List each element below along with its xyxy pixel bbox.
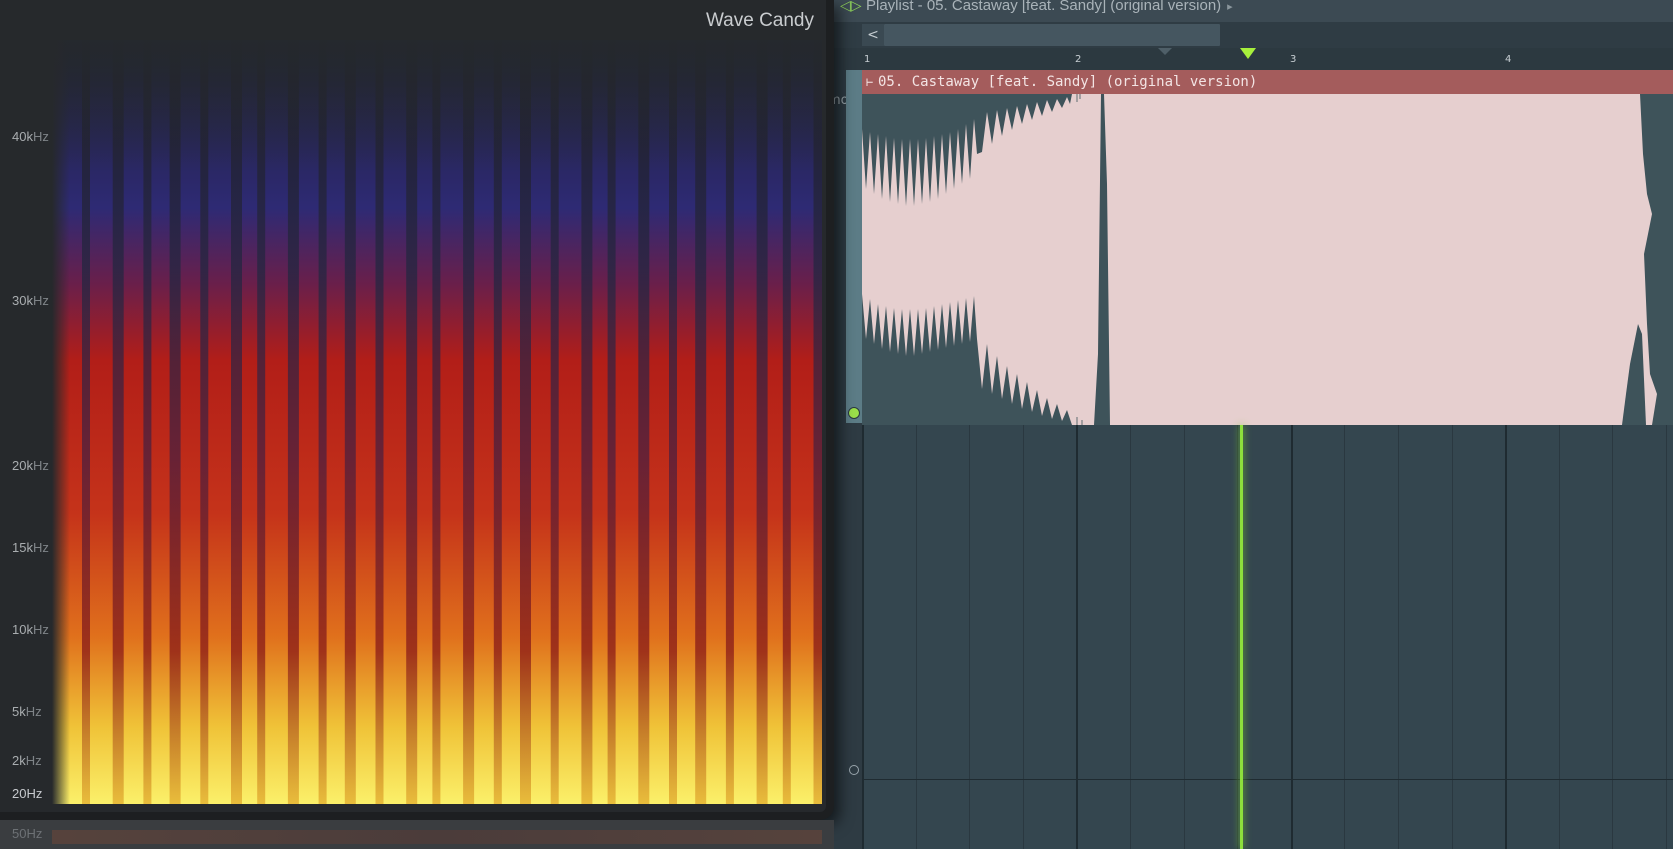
clip-menu-icon[interactable]: ⊢ bbox=[866, 70, 873, 94]
grid-line bbox=[1344, 425, 1346, 849]
freq-label-20k: 20kHz bbox=[12, 458, 49, 473]
freq-unit: Hz bbox=[32, 129, 49, 144]
grid-row-divider bbox=[862, 779, 1673, 780]
wave-candy-title: Wave Candy bbox=[705, 10, 814, 31]
grid-line bbox=[1183, 425, 1185, 849]
playlist-toolbar: < bbox=[820, 22, 1673, 48]
freq-label-30k: 30kHz bbox=[12, 293, 49, 308]
wave-candy-reflection-strip bbox=[52, 830, 822, 844]
grid-line bbox=[862, 425, 864, 849]
freq-label-10k: 10kHz bbox=[12, 622, 49, 637]
freq-value: 20k bbox=[12, 458, 33, 473]
freq-label-5k: 5kHz bbox=[12, 704, 42, 719]
grid-line bbox=[1505, 425, 1508, 849]
freq-unit: Hz bbox=[32, 622, 49, 637]
freq-label-2k: 2kHz bbox=[12, 753, 42, 768]
track-mute-dot[interactable] bbox=[848, 407, 860, 419]
clip-header[interactable]: ⊢ 05. Castaway [feat. Sandy] (original v… bbox=[862, 70, 1673, 94]
spectrogram-left-fade bbox=[52, 40, 70, 804]
grid-line bbox=[1398, 425, 1399, 849]
grid-line bbox=[1558, 425, 1560, 849]
track-mute-dot-2[interactable] bbox=[849, 765, 859, 775]
freq-value: 5k bbox=[12, 704, 26, 719]
grid-line bbox=[1076, 425, 1079, 849]
ruler-bar-3: 3 bbox=[1290, 54, 1297, 65]
freq-value: 30k bbox=[12, 293, 33, 308]
freq-value: 20 bbox=[12, 786, 27, 801]
ruler-bar-2: 2 bbox=[1075, 54, 1082, 65]
freq-unit: Hz bbox=[32, 293, 49, 308]
freq-unit: Hz bbox=[25, 753, 42, 768]
grid-line bbox=[1290, 425, 1293, 849]
grid-line bbox=[1666, 425, 1667, 849]
horizontal-scrollbar[interactable] bbox=[884, 24, 1220, 46]
playhead-line bbox=[1240, 425, 1243, 849]
spectrogram-top-fade bbox=[52, 40, 822, 170]
grid-line bbox=[1451, 425, 1453, 849]
grid-line bbox=[1022, 425, 1024, 849]
grid-line bbox=[969, 425, 971, 849]
grid-line bbox=[1612, 425, 1614, 849]
ruler-bar-1: 1 bbox=[864, 54, 871, 65]
playlist-window: ◁▷ Playlist - 05. Castaway [feat. Sandy]… bbox=[820, 0, 1673, 849]
freq-label-15k: 15kHz bbox=[12, 540, 49, 555]
playlist-grid[interactable] bbox=[862, 425, 1673, 849]
freq-value: 15k bbox=[12, 540, 33, 555]
speaker-arrow-icon[interactable]: ◁▷ bbox=[840, 0, 862, 12]
freq-label-40k: 40kHz bbox=[12, 129, 49, 144]
playlist-title-bar[interactable]: ◁▷ Playlist - 05. Castaway [feat. Sandy]… bbox=[820, 0, 1673, 22]
grid-line bbox=[1237, 425, 1239, 849]
freq-label-20: 20Hz bbox=[12, 786, 42, 801]
audio-clip[interactable]: ⊢ 05. Castaway [feat. Sandy] (original v… bbox=[862, 70, 1673, 425]
clip-waveform bbox=[862, 94, 1673, 425]
playlist-title: Playlist - 05. Castaway [feat. Sandy] (o… bbox=[866, 0, 1222, 14]
grid-line bbox=[1130, 425, 1131, 849]
freq-unit: Hz bbox=[25, 704, 42, 719]
freq-unit: Hz bbox=[32, 458, 49, 473]
wave-candy-window[interactable]: Wave Candy 40kHz 30kHz 20kHz 15kHz 10kHz… bbox=[0, 0, 834, 820]
back-button[interactable]: < bbox=[862, 24, 884, 46]
playhead-marker[interactable] bbox=[1240, 48, 1256, 59]
clip-name: 05. Castaway [feat. Sandy] (original ver… bbox=[878, 74, 1258, 90]
spectrogram bbox=[52, 40, 822, 804]
freq-value: 2k bbox=[12, 753, 26, 768]
ghost-freq-label: 50Hz bbox=[12, 826, 43, 841]
caret-right-icon[interactable]: ▸ bbox=[1227, 1, 1233, 13]
track-color-strip[interactable] bbox=[846, 70, 862, 423]
ruler-bar-4: 4 bbox=[1505, 54, 1512, 65]
loop-marker[interactable] bbox=[1158, 48, 1172, 55]
freq-value: 40k bbox=[12, 129, 33, 144]
freq-unit: Hz bbox=[26, 786, 43, 801]
grid-line bbox=[915, 425, 917, 849]
freq-unit: Hz bbox=[32, 540, 49, 555]
freq-value: 10k bbox=[12, 622, 33, 637]
